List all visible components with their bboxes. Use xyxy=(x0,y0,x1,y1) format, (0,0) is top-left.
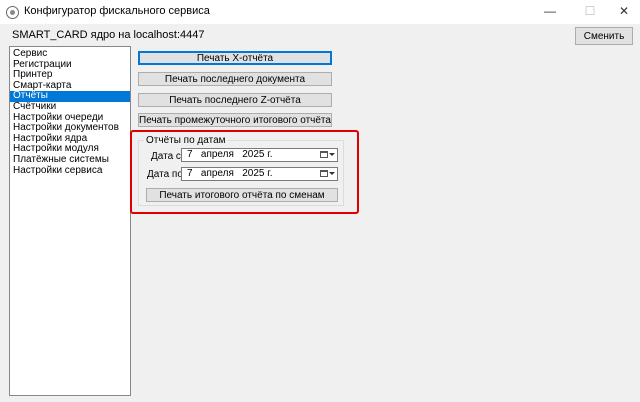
core-connection-label: SMART_CARD ядро на localhost:4447 xyxy=(12,29,205,41)
app-icon xyxy=(6,6,19,19)
sidebar-item-counters[interactable]: Счётчики xyxy=(10,101,130,113)
highlight-frame xyxy=(130,130,359,214)
sidebar-item-service[interactable]: Сервис xyxy=(10,48,130,60)
print-x-report-button[interactable]: Печать X-отчёта xyxy=(138,51,332,65)
close-button[interactable]: ✕ xyxy=(604,0,640,22)
change-core-button[interactable]: Сменить xyxy=(575,27,633,45)
sidebar-list[interactable]: Сервис Регистрации Принтер Смарт-карта О… xyxy=(9,46,131,396)
print-last-z-report-button[interactable]: Печать последнего Z-отчёта xyxy=(138,93,332,107)
sidebar-item-service-settings[interactable]: Настройки сервиса xyxy=(10,165,130,177)
print-interim-report-button[interactable]: Печать промежуточного итогового отчёта xyxy=(138,113,332,127)
client-area: SMART_CARD ядро на localhost:4447 Сменит… xyxy=(0,24,640,402)
window-title: Конфигуратор фискального сервиса xyxy=(24,5,210,17)
title-bar: Конфигуратор фискального сервиса — ☐ ✕ xyxy=(0,0,640,24)
minimize-button[interactable]: — xyxy=(530,0,570,22)
print-last-document-button[interactable]: Печать последнего документа xyxy=(138,72,332,86)
sidebar-item-payment-systems[interactable]: Платёжные системы xyxy=(10,154,130,166)
